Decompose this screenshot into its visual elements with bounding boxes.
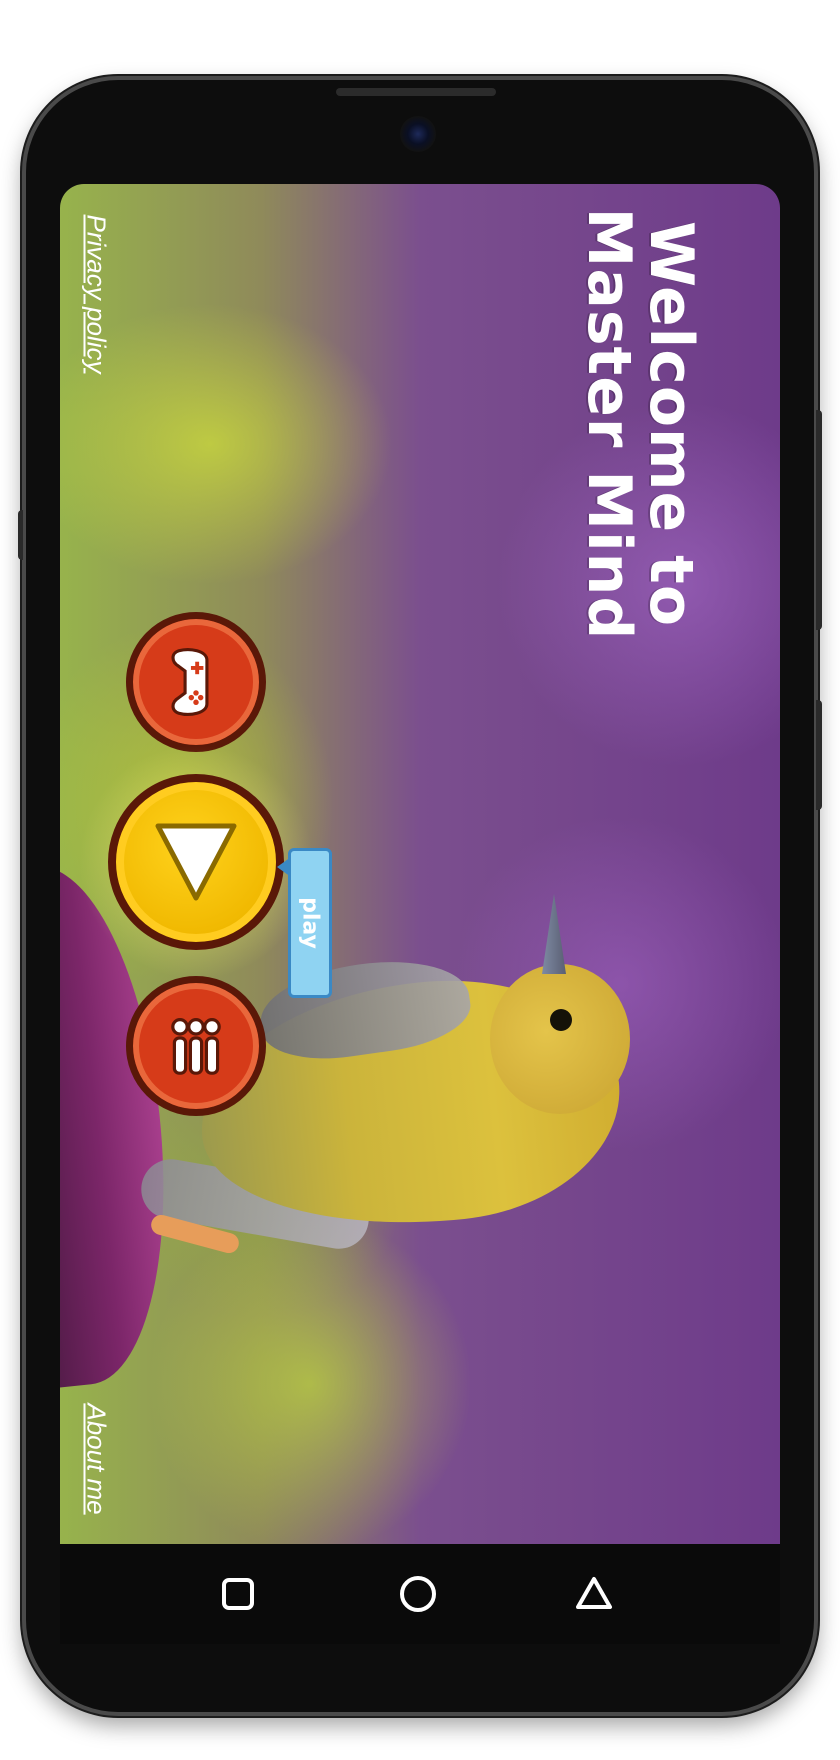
earpiece-speaker bbox=[336, 88, 496, 96]
title-line-2: Master Mind bbox=[574, 207, 644, 641]
front-camera bbox=[400, 116, 436, 152]
app-screen: Privacy policy About me Welcome to Maste… bbox=[60, 184, 780, 1544]
bird-beak bbox=[542, 894, 566, 974]
about-me-link[interactable]: About me bbox=[66, 1394, 126, 1524]
bird-head bbox=[490, 964, 630, 1114]
play-tooltip-label: play bbox=[297, 897, 323, 949]
system-navigation-bar bbox=[60, 1544, 780, 1644]
recent-apps-icon[interactable] bbox=[216, 1572, 260, 1616]
volume-button bbox=[816, 410, 822, 630]
back-icon[interactable] bbox=[572, 1572, 616, 1616]
welcome-title: Welcome to Master Mind bbox=[530, 208, 750, 641]
privacy-policy-label: Privacy policy bbox=[81, 214, 112, 374]
home-icon[interactable] bbox=[396, 1572, 440, 1616]
title-line-1: Welcome to bbox=[636, 220, 706, 628]
play-triangle-icon bbox=[155, 823, 237, 901]
bird-eye bbox=[550, 1009, 572, 1031]
levels-button[interactable] bbox=[126, 976, 266, 1116]
three-bars-icon bbox=[171, 1018, 221, 1075]
gamepad-icon bbox=[171, 648, 209, 716]
title-text: Welcome to Master Mind bbox=[574, 207, 706, 641]
games-button[interactable] bbox=[126, 612, 266, 752]
about-me-label: About me bbox=[81, 1403, 112, 1515]
tooltip-notch bbox=[277, 857, 291, 877]
power-button bbox=[816, 700, 822, 810]
side-button-left bbox=[18, 510, 23, 560]
privacy-policy-link[interactable]: Privacy policy bbox=[66, 214, 126, 374]
play-button[interactable] bbox=[108, 774, 284, 950]
play-tooltip: play bbox=[277, 848, 332, 998]
